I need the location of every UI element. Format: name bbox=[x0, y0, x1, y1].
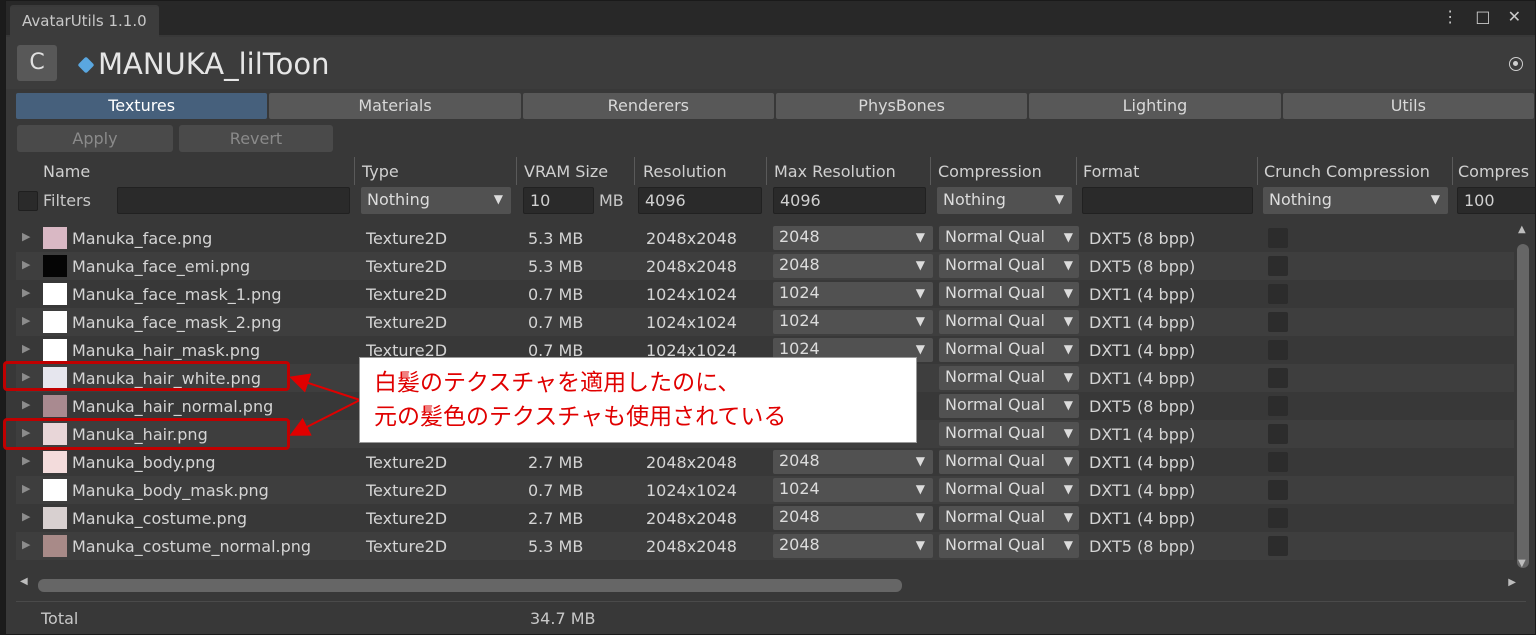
arrow-to-hair-white bbox=[289, 373, 361, 401]
arrow-to-hair bbox=[289, 399, 361, 436]
annotation-line-2: 元の髪色のテクスチャも使用されている bbox=[374, 404, 787, 430]
annotation-line-1: 白髪のテクスチャを適用したのに、 bbox=[374, 370, 741, 396]
annotation-arrows bbox=[289, 373, 361, 436]
annotation-callout: 白髪のテクスチャを適用したのに、 元の髪色のテクスチャも使用されている bbox=[359, 357, 917, 443]
